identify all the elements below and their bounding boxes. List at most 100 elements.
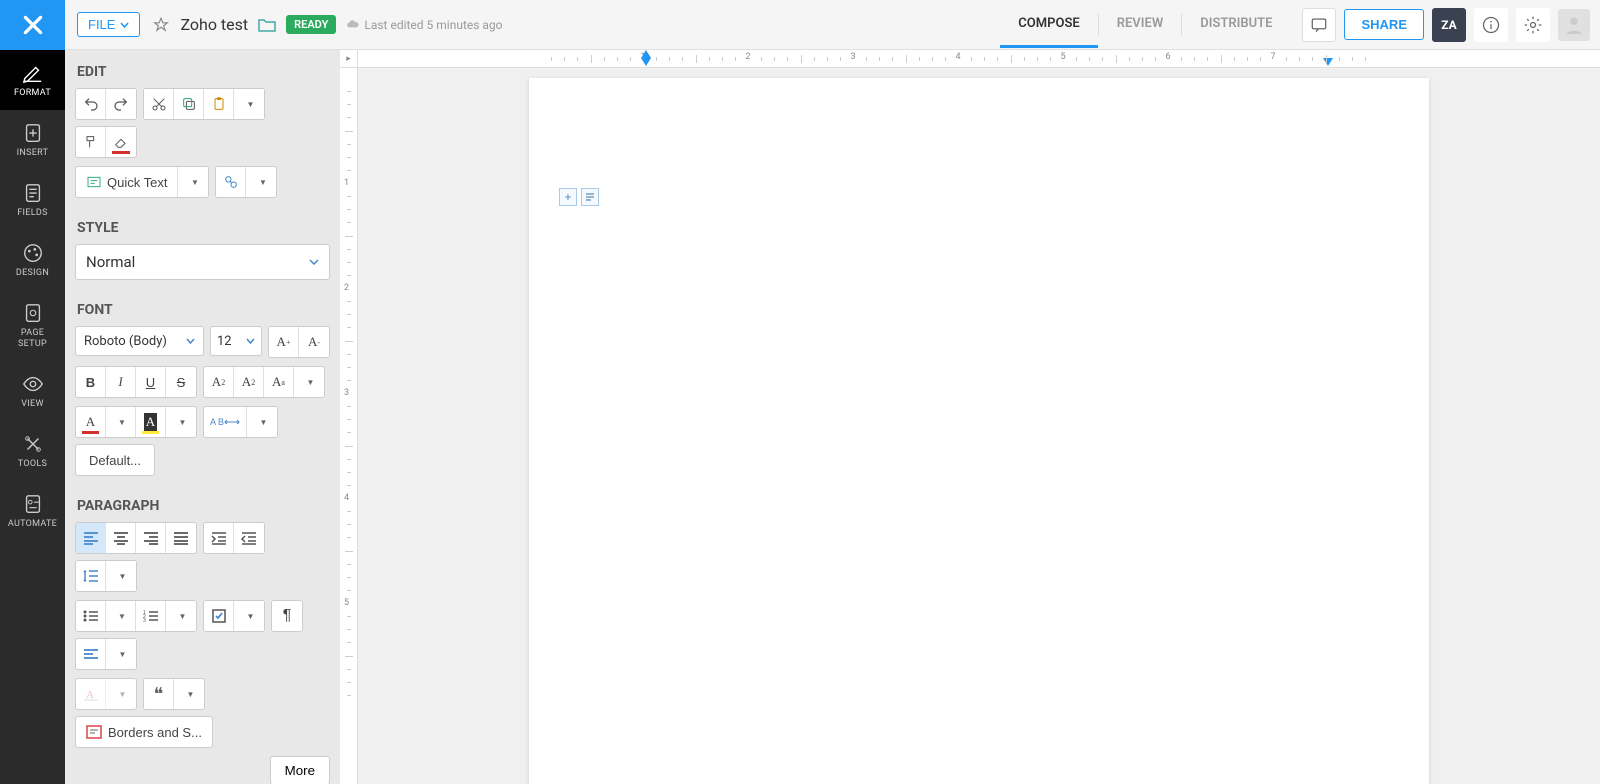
character-spacing-dropdown[interactable]: ▼ xyxy=(247,407,277,437)
line-spacing-button[interactable] xyxy=(76,561,106,591)
page-add-handle[interactable]: + xyxy=(559,188,577,206)
file-menu-button[interactable]: FILE xyxy=(77,12,140,37)
line-spacing-dropdown[interactable]: ▼ xyxy=(106,561,136,591)
checklist-button[interactable] xyxy=(204,601,234,631)
favorite-star-button[interactable] xyxy=(152,16,170,34)
numbered-list-button[interactable]: 123 xyxy=(136,601,166,631)
ruler-corner[interactable]: ▸ xyxy=(340,50,358,68)
clipboard-icon xyxy=(211,96,227,112)
vertical-ruler[interactable]: 12345 xyxy=(340,68,358,784)
checkbox-icon xyxy=(212,609,226,623)
change-case-dropdown[interactable]: ▼ xyxy=(294,367,324,397)
font-color-button[interactable]: A xyxy=(76,407,106,437)
document-scroll-area[interactable]: + xyxy=(358,68,1600,784)
bullet-list-button[interactable] xyxy=(76,601,106,631)
underline-button[interactable]: U xyxy=(136,367,166,397)
nav-automate[interactable]: AUTOMATE xyxy=(0,481,65,541)
align-right-icon xyxy=(143,531,159,545)
folder-button[interactable] xyxy=(258,17,276,33)
text-direction-button[interactable] xyxy=(76,639,106,669)
find-replace-dropdown[interactable]: ▼ xyxy=(246,167,276,197)
borders-shading-button[interactable]: Borders and S... xyxy=(76,717,212,747)
checklist-dropdown[interactable]: ▼ xyxy=(234,601,264,631)
info-button[interactable] xyxy=(1474,8,1508,42)
ruler-v-number: 5 xyxy=(344,598,349,608)
undo-button[interactable] xyxy=(76,89,106,119)
superscript-button[interactable]: A2 xyxy=(204,367,234,397)
align-justify-button[interactable] xyxy=(166,523,196,553)
paste-dropdown[interactable]: ▼ xyxy=(234,89,264,119)
nav-page-setup[interactable]: PAGE SETUP xyxy=(0,290,65,361)
tab-distribute[interactable]: DISTRIBUTE xyxy=(1182,2,1290,48)
tab-compose[interactable]: COMPOSE xyxy=(1000,2,1097,48)
blockquote-dropdown[interactable]: ▼ xyxy=(174,679,204,709)
nav-fields[interactable]: FIELDS xyxy=(0,170,65,230)
strikethrough-button[interactable]: S xyxy=(166,367,196,397)
document-canvas-area: ▸ 1234567 12345 + xyxy=(340,50,1600,784)
last-edited-label: Last edited 5 minutes ago xyxy=(346,18,502,32)
font-size-select[interactable]: 12 xyxy=(210,326,262,356)
nav-insert[interactable]: INSERT xyxy=(0,110,65,170)
comment-icon xyxy=(1310,16,1328,34)
decrease-font-button[interactable]: A- xyxy=(299,327,329,357)
change-case-button[interactable]: Aa xyxy=(264,367,294,397)
align-right-button[interactable] xyxy=(136,523,166,553)
highlight-color-dropdown[interactable]: ▼ xyxy=(166,407,196,437)
numbered-list-dropdown[interactable]: ▼ xyxy=(166,601,196,631)
shading-dropdown[interactable]: ▼ xyxy=(106,679,136,709)
status-badge: READY xyxy=(286,15,336,34)
user-avatar[interactable] xyxy=(1558,9,1590,41)
highlight-color-button[interactable]: A xyxy=(136,407,166,437)
bullet-list-dropdown[interactable]: ▼ xyxy=(106,601,136,631)
text-direction-dropdown[interactable]: ▼ xyxy=(106,639,136,669)
automate-icon xyxy=(22,493,44,515)
quick-text-button[interactable]: Quick Text xyxy=(76,167,178,197)
quick-text-dropdown[interactable]: ▼ xyxy=(178,167,208,197)
font-family-select[interactable]: Roboto (Body) xyxy=(75,326,204,356)
redo-icon xyxy=(113,96,129,112)
character-spacing-button[interactable]: A B xyxy=(204,407,247,437)
paste-button[interactable] xyxy=(204,89,234,119)
align-left-button[interactable] xyxy=(76,523,106,553)
nav-design[interactable]: DESIGN xyxy=(0,230,65,290)
copy-icon xyxy=(181,96,197,112)
app-logo[interactable] xyxy=(0,0,65,50)
document-title[interactable]: Zoho test xyxy=(180,15,248,34)
format-painter-button[interactable] xyxy=(76,127,106,157)
bold-button[interactable]: B xyxy=(76,367,106,397)
redo-button[interactable] xyxy=(106,89,136,119)
nav-tools[interactable]: TOOLS xyxy=(0,421,65,481)
cut-button[interactable] xyxy=(144,89,174,119)
default-font-button[interactable]: Default... xyxy=(76,445,154,475)
font-color-dropdown[interactable]: ▼ xyxy=(106,407,136,437)
tab-review[interactable]: REVIEW xyxy=(1099,2,1182,48)
right-margin-marker[interactable] xyxy=(1323,58,1333,66)
subscript-button[interactable]: A2 xyxy=(234,367,264,397)
ruler-number: 4 xyxy=(955,52,960,62)
copy-button[interactable] xyxy=(174,89,204,119)
comments-button[interactable] xyxy=(1302,8,1336,42)
page-content-handle[interactable] xyxy=(581,188,599,206)
settings-button[interactable] xyxy=(1516,8,1550,42)
horizontal-ruler[interactable]: 1234567 xyxy=(358,50,1600,68)
italic-button[interactable]: I xyxy=(106,367,136,397)
indent-increase-button[interactable] xyxy=(204,523,234,553)
clear-formatting-button[interactable] xyxy=(106,127,136,157)
shading-icon: A xyxy=(83,687,99,701)
paragraph-section-title: PARAGRAPH xyxy=(65,484,340,522)
nav-view[interactable]: VIEW xyxy=(0,361,65,421)
nav-format[interactable]: FORMAT xyxy=(0,50,65,110)
indent-decrease-button[interactable] xyxy=(234,523,264,553)
increase-font-button[interactable]: A+ xyxy=(269,327,299,357)
blockquote-button[interactable]: ❝ xyxy=(144,679,174,709)
share-button[interactable]: SHARE xyxy=(1344,9,1424,40)
document-page[interactable]: + xyxy=(529,78,1429,784)
align-justify-icon xyxy=(173,531,189,545)
find-replace-button[interactable] xyxy=(216,167,246,197)
shading-button[interactable]: A xyxy=(76,679,106,709)
align-center-button[interactable] xyxy=(106,523,136,553)
zia-assistant-button[interactable]: ZA xyxy=(1432,8,1466,42)
more-button[interactable]: More xyxy=(270,756,330,784)
pilcrow-button[interactable]: ¶ xyxy=(272,601,302,631)
style-select[interactable]: Normal xyxy=(75,244,330,280)
